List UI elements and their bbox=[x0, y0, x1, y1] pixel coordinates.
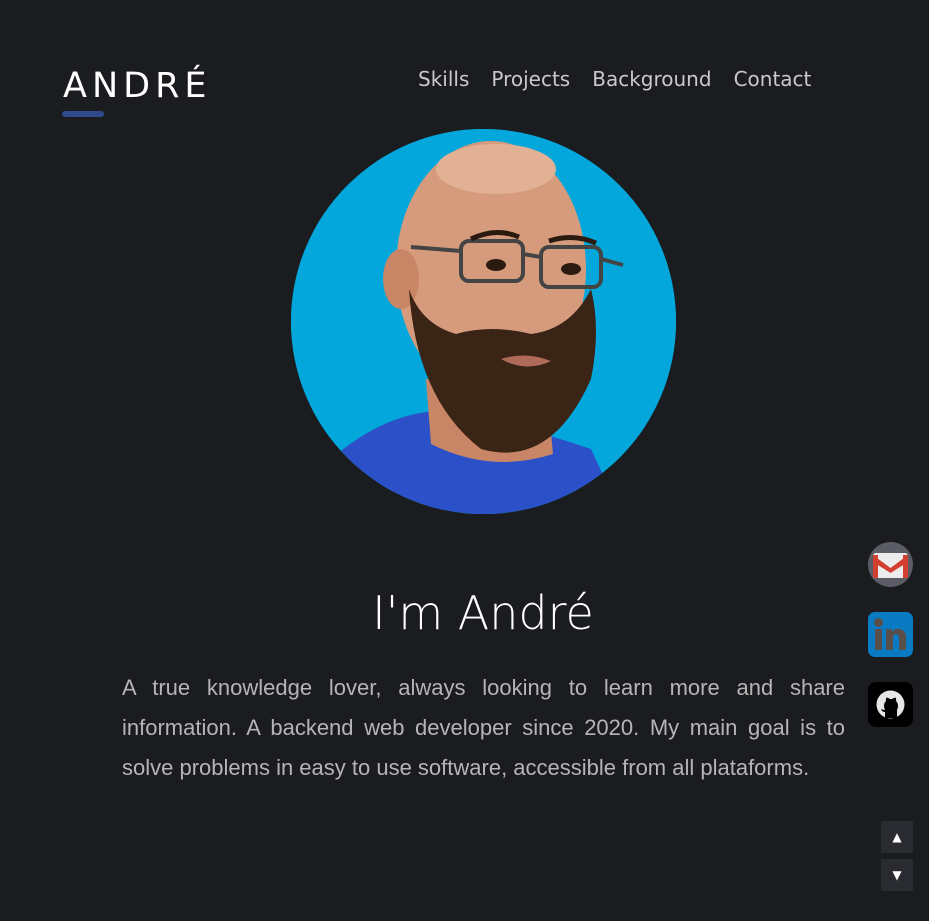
gmail-icon bbox=[868, 542, 913, 587]
scroll-up-button[interactable]: ▲ bbox=[881, 821, 913, 853]
page: ANDRÉ Skills Projects Background Contact bbox=[0, 0, 929, 921]
profile-photo bbox=[291, 129, 676, 514]
site-logo[interactable]: ANDRÉ bbox=[63, 64, 212, 108]
nav-link-skills[interactable]: Skills bbox=[418, 66, 469, 92]
nav-link-background[interactable]: Background bbox=[592, 66, 711, 92]
nav-link-contact[interactable]: Contact bbox=[734, 66, 812, 92]
hero-title: I'm André bbox=[372, 586, 594, 640]
nav-link-projects[interactable]: Projects bbox=[491, 66, 570, 92]
scroll-down-button[interactable]: ▼ bbox=[881, 859, 913, 891]
linkedin-icon bbox=[868, 612, 913, 657]
main-nav: Skills Projects Background Contact bbox=[418, 66, 811, 92]
github-icon bbox=[868, 682, 913, 727]
gmail-link[interactable] bbox=[868, 542, 913, 587]
github-link[interactable] bbox=[868, 682, 913, 727]
logo-underline bbox=[62, 111, 104, 117]
linkedin-link[interactable] bbox=[868, 612, 913, 657]
profile-photo-illustration bbox=[291, 129, 676, 514]
hero-description: A true knowledge lover, always looking t… bbox=[122, 675, 845, 780]
